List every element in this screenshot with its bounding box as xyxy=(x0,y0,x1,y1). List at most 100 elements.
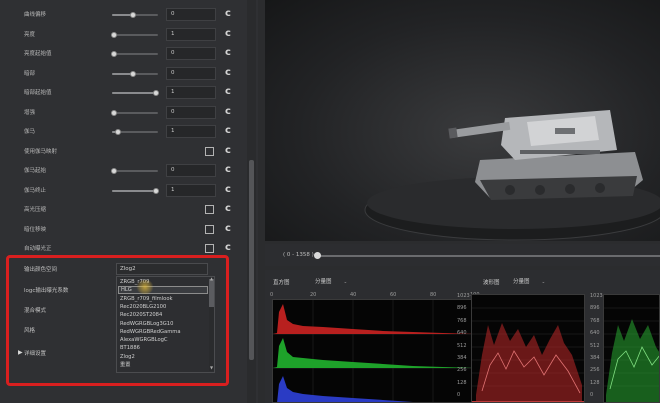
slider-handle[interactable] xyxy=(153,187,160,194)
expand-arrow-icon[interactable]: ▶ xyxy=(18,349,23,356)
reset-icon[interactable]: c xyxy=(222,144,234,157)
advanced-settings-label[interactable]: 详细设置 xyxy=(24,349,46,357)
waveform-y-tick: 896 xyxy=(457,305,467,312)
setting-row: 亮度起始值 0 c xyxy=(0,45,248,63)
timeline-bar: ( 0 - 1358 ) xyxy=(265,244,660,266)
tank-wheel-2 xyxy=(535,185,545,195)
setting-value-input[interactable]: 0 xyxy=(166,8,216,21)
reset-icon[interactable]: c xyxy=(222,241,234,254)
setting-checkbox[interactable] xyxy=(205,224,214,234)
output-color-space-select[interactable]: Zlog2 xyxy=(116,263,208,275)
setting-slider[interactable] xyxy=(111,168,158,174)
setting-row: 暗部 0 c xyxy=(0,65,248,83)
setting-row: 高光压缩 c xyxy=(0,201,248,219)
green-waveform-chart xyxy=(604,307,659,402)
dropdown-option[interactable]: BT1886 xyxy=(118,344,208,352)
dropdown-option[interactable]: Zlog2 xyxy=(118,353,208,361)
dropdown-option[interactable]: AlexaWGRGBLogC xyxy=(118,336,208,344)
reset-icon[interactable]: c xyxy=(222,163,234,176)
tank-wheel-3 xyxy=(565,184,575,194)
setting-value-input[interactable]: 1 xyxy=(166,125,216,138)
blue-channel-histogram xyxy=(277,376,413,402)
setting-value-input[interactable]: 0 xyxy=(166,164,216,177)
reset-icon[interactable]: c xyxy=(222,183,234,196)
waveform-y-tick: 384 xyxy=(457,355,467,361)
dropdown-option[interactable]: RedWGRGBRedGamma xyxy=(118,328,208,336)
slider-handle[interactable] xyxy=(130,12,137,18)
waveform-y-tick: 640 xyxy=(457,330,467,337)
reset-icon[interactable]: c xyxy=(222,66,234,79)
setting-value-input[interactable]: 0 xyxy=(166,47,216,60)
reset-icon[interactable]: c xyxy=(222,46,234,59)
waveform-y-tick: 512 xyxy=(457,342,467,349)
reset-icon[interactable]: c xyxy=(222,7,234,20)
blend-mode-label: 混合模式 xyxy=(24,308,47,314)
setting-slider[interactable] xyxy=(112,12,158,18)
setting-value-input[interactable]: 1 xyxy=(166,27,216,41)
setting-value-input[interactable]: 0 xyxy=(166,105,216,119)
setting-slider[interactable] xyxy=(112,70,158,77)
slider-handle[interactable] xyxy=(153,90,160,96)
setting-value-input[interactable]: 1 xyxy=(166,183,216,197)
setting-checkbox[interactable] xyxy=(205,205,214,214)
setting-label: 伽马 xyxy=(24,129,36,135)
dropdown-option[interactable]: Rec2020ST2084 xyxy=(118,311,208,319)
setting-slider[interactable] xyxy=(112,129,158,135)
setting-slider[interactable] xyxy=(111,31,158,38)
slider-fill xyxy=(112,189,157,192)
dropdown-option[interactable]: ZRGB_r709 xyxy=(118,278,208,286)
reset-icon[interactable]: c xyxy=(222,124,234,137)
scroll-up-icon[interactable]: ▲ xyxy=(209,277,214,281)
setting-checkbox[interactable] xyxy=(205,146,214,156)
timeline-slider-handle[interactable] xyxy=(314,252,321,259)
setting-slider[interactable] xyxy=(111,51,158,57)
dropdown-option[interactable]: 重置 xyxy=(118,361,208,369)
dropdown-scrollbar[interactable] xyxy=(209,279,214,371)
panel-scrollbar[interactable] xyxy=(247,0,256,403)
vectorscope-y-tick: 896 xyxy=(590,305,600,312)
setting-label: 伽马终止 xyxy=(24,187,47,194)
setting-label: 高光压缩 xyxy=(24,207,47,213)
reset-icon[interactable]: c xyxy=(222,222,234,235)
3d-preview-viewport[interactable] xyxy=(265,0,660,241)
tank-detail-a xyxy=(555,128,575,134)
setting-slider[interactable] xyxy=(111,109,158,116)
slider-handle[interactable] xyxy=(111,168,118,174)
dropdown-scrollbar-thumb[interactable] xyxy=(209,279,214,307)
setting-slider[interactable] xyxy=(112,90,160,96)
scroll-down-icon[interactable]: ▼ xyxy=(209,366,214,370)
red-waveform-trace xyxy=(476,323,582,402)
timeline-slider-track[interactable] xyxy=(317,255,660,257)
slider-handle[interactable] xyxy=(111,109,118,116)
vectorscope-y-tick: 640 xyxy=(590,330,600,337)
setting-value-input[interactable]: 1 xyxy=(166,86,216,99)
reset-icon[interactable]: c xyxy=(222,85,234,98)
dropdown-option[interactable]: Rec2020BLG2100 xyxy=(118,303,208,311)
dropdown-option[interactable]: ZRGB_r709_filmlook xyxy=(118,295,208,303)
tank-wheel-1 xyxy=(505,185,515,195)
reset-icon[interactable]: c xyxy=(222,202,234,215)
reset-icon[interactable]: c xyxy=(222,27,234,40)
slider-handle[interactable] xyxy=(111,31,118,38)
waveform-y-tick: 1023 xyxy=(457,293,470,299)
vectorscope-y-tick: 128 xyxy=(590,379,600,386)
reset-icon[interactable]: c xyxy=(222,105,234,118)
setting-label: 伽马起始 xyxy=(24,168,47,174)
red-channel-histogram xyxy=(273,304,471,334)
setting-value-input[interactable]: 0 xyxy=(166,66,216,80)
histogram-mode-select[interactable]: 分量图 ⌄ xyxy=(315,277,365,286)
dropdown-option[interactable]: RedWGRGBLog3G10 xyxy=(118,320,208,328)
slider-handle[interactable] xyxy=(111,51,118,57)
histogram-axis-tick: 20 xyxy=(310,292,317,298)
waveform-mode-select[interactable]: 分量图 ⌄ xyxy=(513,277,563,286)
waveform-display xyxy=(471,294,585,403)
color-space-options-list[interactable]: ZRGB_r709 HLG ZRGB_r709_filmlook Rec2020BLG… xyxy=(116,276,215,373)
slider-handle[interactable] xyxy=(114,129,121,135)
setting-slider[interactable] xyxy=(112,187,160,194)
panel-scrollbar-thumb[interactable] xyxy=(249,160,254,360)
histogram-axis-tick: 80 xyxy=(430,292,437,298)
waveform-y-tick: 256 xyxy=(457,367,467,374)
dropdown-option[interactable]: HLG xyxy=(118,286,208,295)
slider-handle[interactable] xyxy=(130,70,137,77)
setting-checkbox[interactable] xyxy=(205,244,214,253)
